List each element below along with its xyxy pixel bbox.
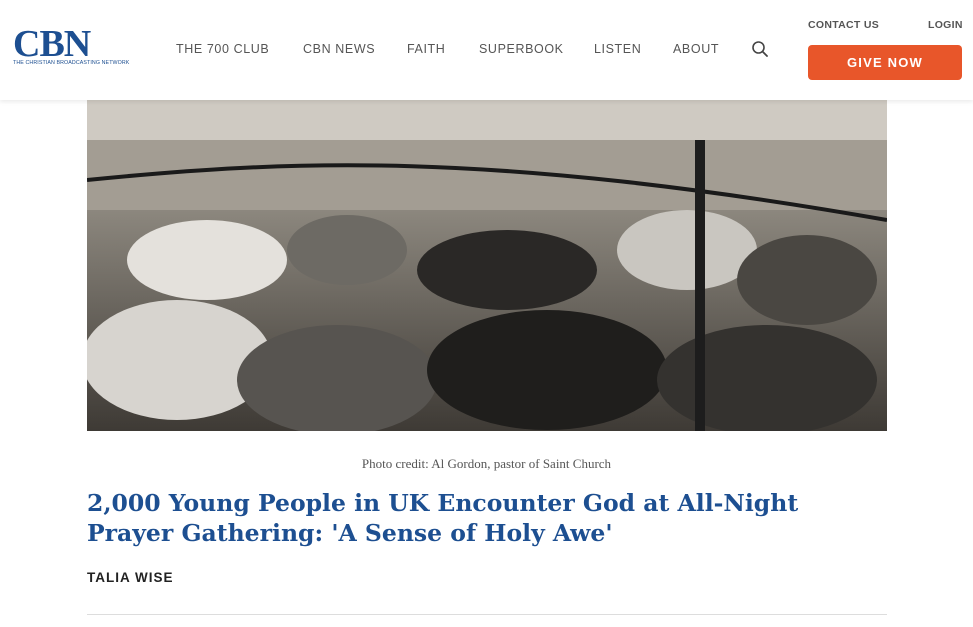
logo-subtitle: THE CHRISTIAN BROADCASTING NETWORK: [13, 60, 130, 66]
divider: [87, 614, 887, 615]
photo-credit: Photo credit: Al Gordon, pastor of Saint…: [361, 456, 612, 471]
contact-us-link[interactable]: CONTACT US: [808, 19, 879, 31]
site-header: CBN THE CHRISTIAN BROADCASTING NETWORK T…: [0, 0, 973, 100]
nav-item-listen[interactable]: LISTEN: [594, 42, 641, 56]
give-now-button[interactable]: GIVE NOW: [808, 45, 962, 80]
article-photo: [87, 100, 887, 431]
cbn-logo[interactable]: CBN THE CHRISTIAN BROADCASTING NETWORK: [13, 23, 129, 70]
search-icon[interactable]: [751, 40, 769, 58]
nav-item-700-club[interactable]: THE 700 CLUB: [176, 42, 269, 56]
article-headline: 2,000 Young People in UK Encounter God a…: [87, 489, 799, 547]
nav-item-about[interactable]: ABOUT: [673, 42, 719, 56]
author-name[interactable]: TALIA WISE: [87, 570, 174, 585]
login-link[interactable]: LOGIN: [928, 19, 963, 31]
nav-item-faith[interactable]: FAITH: [407, 42, 445, 56]
nav-item-cbn-news[interactable]: CBN NEWS: [303, 42, 375, 56]
nav-item-superbook[interactable]: SUPERBOOK: [479, 42, 564, 56]
